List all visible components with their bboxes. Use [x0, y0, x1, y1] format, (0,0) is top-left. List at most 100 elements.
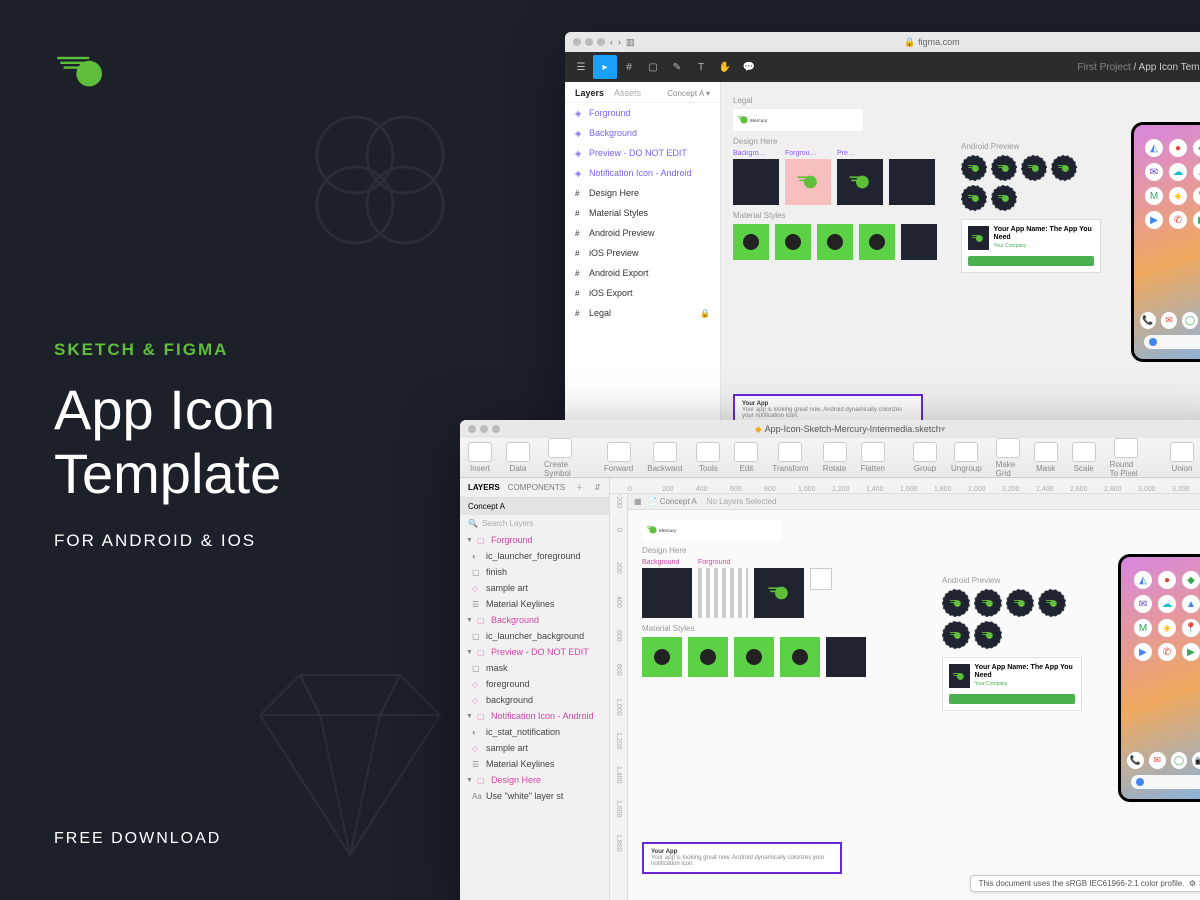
tb-scale[interactable]: Scale [1072, 442, 1096, 473]
filter-icon[interactable]: ⇵ [594, 483, 601, 492]
material-style[interactable] [734, 637, 774, 677]
device-preview-pixel[interactable]: ◭●◆▶ ✉☁▲◉ M◈📍📰 ▶✆▶⚙ 📞✉◯📷▶ [1131, 122, 1200, 362]
launcher-preview[interactable] [991, 155, 1017, 181]
launcher-preview[interactable] [1038, 589, 1066, 617]
pen-tool-icon[interactable]: ✎ [665, 55, 689, 79]
notification-preview[interactable]: Your App Your app is looking great now. … [642, 842, 842, 874]
tb-data[interactable]: Data [506, 442, 530, 473]
artboard-item[interactable]: ▼▢Background [460, 612, 609, 628]
material-style[interactable] [733, 224, 769, 260]
layer-item[interactable]: ◇sample art [460, 580, 609, 596]
layer-item[interactable]: #Legal🔒 [565, 303, 720, 323]
artboard-background[interactable]: Backgro… [733, 150, 779, 205]
launcher-preview[interactable] [974, 589, 1002, 617]
figma-canvas[interactable]: Legal Mercury Design Here Backgro… Forgr… [721, 82, 1200, 456]
branding-artboard[interactable]: Mercury [642, 520, 782, 540]
layer-item[interactable]: ▢ic_launcher_background [460, 628, 609, 644]
artboard-preview[interactable] [754, 559, 804, 618]
search-layers[interactable]: 🔍Search Layers [460, 515, 609, 532]
tb-make-grid[interactable]: Make Grid [996, 438, 1020, 478]
launcher-preview[interactable] [1051, 155, 1077, 181]
launcher-preview[interactable] [974, 621, 1002, 649]
tb-backward[interactable]: Backward [647, 442, 682, 473]
menu-icon[interactable]: ☰ [569, 55, 593, 79]
install-button[interactable] [968, 256, 1094, 266]
material-style[interactable] [688, 637, 728, 677]
address-bar[interactable]: 🔒 figma.com [640, 37, 1200, 48]
traffic-lights[interactable] [573, 38, 605, 46]
page-item[interactable]: Concept A [460, 498, 609, 515]
launcher-preview[interactable] [1021, 155, 1047, 181]
tab-components[interactable]: COMPONENTS [508, 483, 565, 492]
forward-icon[interactable]: › [618, 37, 621, 47]
layer-item[interactable]: ◈Background [565, 123, 720, 143]
frame-tool-icon[interactable]: # [617, 55, 641, 79]
tb-forward[interactable]: Forward [604, 442, 633, 473]
tab-assets[interactable]: Assets [614, 88, 641, 98]
layer-item[interactable]: ◐ic_launcher_foreground [460, 548, 609, 564]
legal-artboard[interactable]: Mercury [733, 109, 863, 131]
tb-create-symbol[interactable]: Create Symbol [544, 438, 576, 478]
layer-item[interactable]: ▢finish [460, 564, 609, 580]
material-style[interactable] [826, 637, 866, 677]
back-icon[interactable]: ‹ [610, 37, 613, 47]
tb-round[interactable]: Round To Pixel [1110, 438, 1142, 478]
artboard-background[interactable]: Background [642, 559, 692, 618]
artboard-foreground[interactable]: Forground [698, 559, 748, 618]
device-preview-pixel[interactable]: ◭●◆▶ ✉☁▲◉ M◈📍📰 ▶✆▶⚙ 📞✉◯📷▶ [1118, 554, 1200, 802]
layer-item[interactable]: ☰Material Keylines [460, 596, 609, 612]
breadcrumb[interactable]: First Project / App Icon Template ▾ [1077, 62, 1200, 73]
comment-tool-icon[interactable]: 💬 [737, 55, 761, 79]
cta-free-download[interactable]: FREE DOWNLOAD [54, 830, 221, 848]
tab-layers[interactable]: LAYERS [468, 483, 500, 492]
tb-group[interactable]: Group [913, 442, 937, 473]
material-style[interactable] [817, 224, 853, 260]
artboard-item[interactable]: ▼▢Forground [460, 532, 609, 548]
play-store-card[interactable]: Your App Name: The App You Need Your Com… [942, 657, 1082, 711]
color-profile-tip[interactable]: This document uses the sRGB IEC61966-2.1… [970, 875, 1200, 892]
launcher-preview[interactable] [961, 185, 987, 211]
layer-item[interactable]: AaUse "white" layer st [460, 788, 609, 804]
layer-item[interactable]: ◐ic_stat_notification [460, 724, 609, 740]
layer-item[interactable]: #Material Styles [565, 203, 720, 223]
artboard-extra[interactable] [889, 150, 935, 205]
traffic-lights[interactable] [468, 425, 500, 433]
tb-union[interactable]: Union [1170, 442, 1194, 473]
install-button[interactable] [949, 694, 1075, 704]
layer-item[interactable]: ◇background [460, 692, 609, 708]
tab-layers[interactable]: Layers [575, 88, 604, 98]
artboard-item[interactable]: ▼▢Preview - DO NOT EDIT [460, 644, 609, 660]
layer-item[interactable]: ▢mask [460, 660, 609, 676]
artboard-item[interactable]: ▼▢Design Here [460, 772, 609, 788]
layer-item[interactable]: ◈Preview - DO NOT EDIT [565, 143, 720, 163]
shape-tool-icon[interactable]: ▢ [641, 55, 665, 79]
hand-tool-icon[interactable]: ✋ [713, 55, 737, 79]
material-style[interactable] [775, 224, 811, 260]
artboard-item[interactable]: ▼▢Notification Icon - Android [460, 708, 609, 724]
artboard-extra[interactable] [810, 559, 860, 618]
launcher-preview[interactable] [991, 185, 1017, 211]
layer-item[interactable]: ◈Notification Icon - Android [565, 163, 720, 183]
tb-flatten[interactable]: Flatten [861, 442, 885, 473]
add-page-icon[interactable]: ＋ [576, 482, 584, 493]
artboard-foreground[interactable]: Forgrou… [785, 150, 831, 205]
tb-ungroup[interactable]: Ungroup [951, 442, 982, 473]
layer-item[interactable]: #Android Export [565, 263, 720, 283]
layer-item[interactable]: #iOS Preview [565, 243, 720, 263]
layer-item[interactable]: ◇sample art [460, 740, 609, 756]
launcher-preview[interactable] [942, 621, 970, 649]
layer-item[interactable]: #iOS Export [565, 283, 720, 303]
text-tool-icon[interactable]: T [689, 55, 713, 79]
layer-item[interactable]: #Android Preview [565, 223, 720, 243]
tb-rotate[interactable]: Rotate [823, 442, 847, 473]
layer-item[interactable]: ◇foreground [460, 676, 609, 692]
material-style[interactable] [859, 224, 895, 260]
pages-icon[interactable]: ▦ [634, 497, 642, 506]
material-style[interactable] [780, 637, 820, 677]
tb-insert[interactable]: Insert [468, 442, 492, 473]
material-style[interactable] [642, 637, 682, 677]
launcher-preview[interactable] [1006, 589, 1034, 617]
artboard-preview[interactable]: Pre… [837, 150, 883, 205]
layer-item[interactable]: ☰Material Keylines [460, 756, 609, 772]
tb-mask[interactable]: Mask [1034, 442, 1058, 473]
